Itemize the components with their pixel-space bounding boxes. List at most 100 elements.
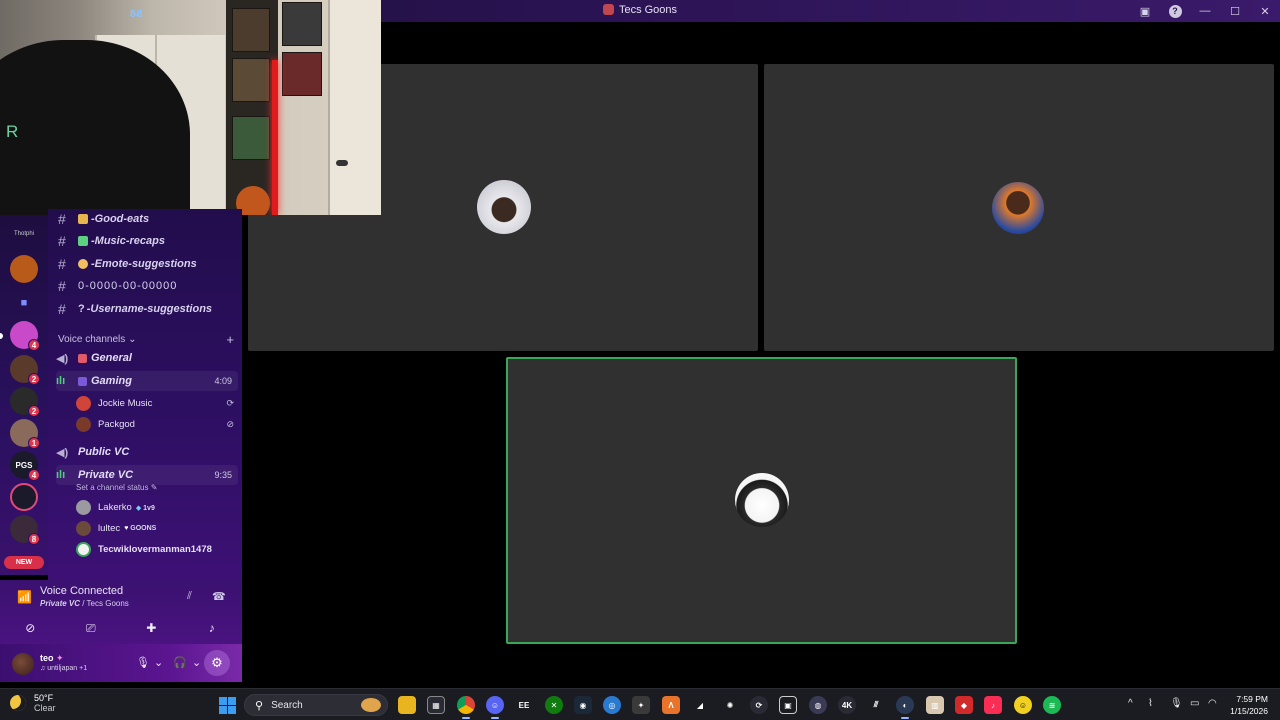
server-icon[interactable]: PGS 4 (10, 451, 40, 481)
network-icon[interactable]: ⌇ (1148, 698, 1153, 709)
channel-label: -Good-eats (91, 213, 150, 225)
app-icon[interactable]: ◢ (691, 696, 709, 714)
music-app-icon[interactable]: ♪ (984, 696, 1002, 714)
unread-badge: 8 (28, 533, 40, 545)
taskbar-search[interactable]: ⚲ Search (244, 694, 388, 716)
server-icon[interactable]: 4 (10, 321, 40, 351)
clock[interactable]: 7:59 PM 1/15/2026 (1228, 693, 1268, 717)
add-channel-icon[interactable]: + (226, 332, 234, 347)
disconnect-icon[interactable]: ☎ (212, 590, 226, 603)
voice-member[interactable]: Jockie Music ⟳ (76, 394, 236, 413)
activities-button[interactable]: ✚ (136, 618, 166, 638)
voice-channel-gaming[interactable]: ılı Gaming 4:09 (56, 371, 238, 391)
chevron-down-icon[interactable]: ⌄ (154, 656, 163, 669)
voice-member[interactable]: lultec ♥ GOONS (76, 519, 236, 538)
webcam-letter: R (6, 122, 19, 141)
activities-icon: ✚ (146, 621, 157, 635)
channel-label: Public VC (78, 446, 130, 458)
chevron-down-icon[interactable]: ⌄ (192, 656, 201, 669)
display-icon[interactable]: ▭ (1190, 698, 1199, 709)
app-icon[interactable]: ⟳ (750, 696, 768, 714)
set-channel-status[interactable]: Set a channel status ✎ (76, 483, 157, 492)
temperature: 50°F (34, 693, 54, 703)
soundboard-icon: ♪ (208, 621, 215, 635)
user-panel: teo ✦ ♫ untiljapan +1 🎙 ⌄ 🎧 ⌄ ⚙ (0, 644, 242, 682)
wifi-icon[interactable]: ◠ (1208, 698, 1217, 709)
app-icon[interactable]: ◍ (809, 696, 827, 714)
microphone-icon[interactable]: 🎙 (1170, 698, 1183, 709)
tray-overflow-icon[interactable]: ^ (1128, 698, 1133, 709)
hash-icon: # (58, 211, 66, 227)
mic-button[interactable]: 🎙 (136, 656, 150, 669)
hash-icon: # (58, 301, 66, 317)
app-icon[interactable]: ⫻ (867, 696, 885, 714)
app-icon[interactable]: ◆ (955, 696, 973, 714)
soundboard-button[interactable]: ♪ (197, 618, 227, 638)
minimize-button[interactable]: — (1190, 0, 1220, 22)
channel-unnamed[interactable]: #0-0000-00-00000 (58, 276, 238, 296)
close-button[interactable]: ✕ (1250, 0, 1280, 22)
server-icon[interactable] (10, 255, 38, 283)
voice-member-speaking[interactable]: Tecwiklovermanman1478 (76, 540, 236, 559)
new-badge[interactable]: NEW (4, 556, 44, 569)
avatar[interactable] (12, 653, 34, 675)
server-icon[interactable] (10, 483, 38, 511)
channel-emote-suggestions[interactable]: # -Emote-suggestions (58, 254, 238, 274)
browser-icon[interactable]: ◎ (603, 696, 621, 714)
voice-channels-header[interactable]: Voice channels ⌄ + (58, 332, 238, 347)
voice-channel-public[interactable]: ◀) Public VC (56, 442, 238, 462)
app-icon[interactable]: Λ (662, 696, 680, 714)
discord-icon[interactable]: ☺ (486, 696, 504, 719)
server-icon[interactable]: 8 (10, 515, 40, 545)
server-icon (602, 4, 614, 15)
server-icon[interactable]: 2 (10, 387, 40, 417)
app-icon[interactable]: ◐ (896, 696, 914, 719)
start-button[interactable] (219, 697, 236, 714)
video-tile-speaking[interactable] (506, 357, 1017, 644)
channel-label: -Username-suggestions (86, 303, 213, 315)
video-tile-2[interactable] (764, 64, 1274, 351)
voice-member[interactable]: Lakerko ◆ 1v9 (76, 498, 236, 517)
noise-suppression-icon[interactable]: ⫽ (187, 590, 192, 603)
server-icon[interactable]: 1 (10, 419, 40, 449)
app-icon[interactable]: ✦ (632, 696, 650, 714)
voice-location[interactable]: Private VC / Tecs Goons (40, 599, 129, 608)
steam-icon[interactable]: ◉ (574, 696, 592, 714)
server-icon[interactable]: 2 (10, 355, 40, 385)
screen-share-icon[interactable]: ▣ (1130, 0, 1160, 22)
app-icon[interactable]: ☺ (1014, 696, 1032, 714)
chrome-icon[interactable] (457, 696, 475, 719)
settings-button[interactable]: ⚙ (204, 650, 230, 676)
app-icon[interactable]: ▣ (779, 696, 797, 714)
app-icon[interactable]: ЕЕ (515, 696, 533, 714)
folder-icon[interactable]: ■ (10, 289, 38, 317)
voice-channel-general[interactable]: ◀) General (56, 348, 238, 368)
unread-badge: 2 (28, 405, 40, 417)
window-title-text: Tecs Goons (618, 4, 678, 16)
file-explorer-icon[interactable] (398, 696, 416, 714)
help-button[interactable]: ? (1160, 0, 1190, 22)
camera-off-button[interactable]: ⊘ (15, 618, 45, 638)
weather-widget[interactable]: 50°F Clear (10, 693, 56, 713)
voice-channel-private[interactable]: ılı Private VC 9:35 (56, 465, 238, 485)
clock-time: 7:59 PM (1236, 694, 1268, 704)
server-label: Thotphi (13, 231, 34, 237)
screen-share-button[interactable]: ⎚ (76, 618, 106, 638)
channel-music-recaps[interactable]: # -Music-recaps (58, 231, 238, 251)
app-icon[interactable]: ✺ (721, 696, 739, 714)
maximize-button[interactable]: ☐ (1220, 0, 1250, 22)
help-icon: ? (1168, 4, 1182, 18)
channel-good-eats[interactable]: # -Good-eats (58, 209, 238, 229)
voice-member[interactable]: Packgod ⊘ (76, 415, 236, 434)
app-icon[interactable]: 4K (838, 696, 856, 714)
spotify-icon[interactable]: ≋ (1043, 696, 1061, 714)
speaker-icon: ◀) (56, 446, 69, 459)
emoji-icon (78, 353, 87, 363)
channel-username-suggestions[interactable]: #? -Username-suggestions (58, 299, 238, 319)
xbox-icon[interactable]: ✕ (545, 696, 563, 714)
search-highlight-icon (361, 698, 381, 712)
headphones-button[interactable]: 🎧 (173, 656, 187, 669)
store-icon[interactable]: ▦ (427, 696, 445, 714)
app-icon[interactable]: ▥ (926, 696, 944, 714)
signal-icon[interactable]: 📶 (17, 590, 32, 604)
